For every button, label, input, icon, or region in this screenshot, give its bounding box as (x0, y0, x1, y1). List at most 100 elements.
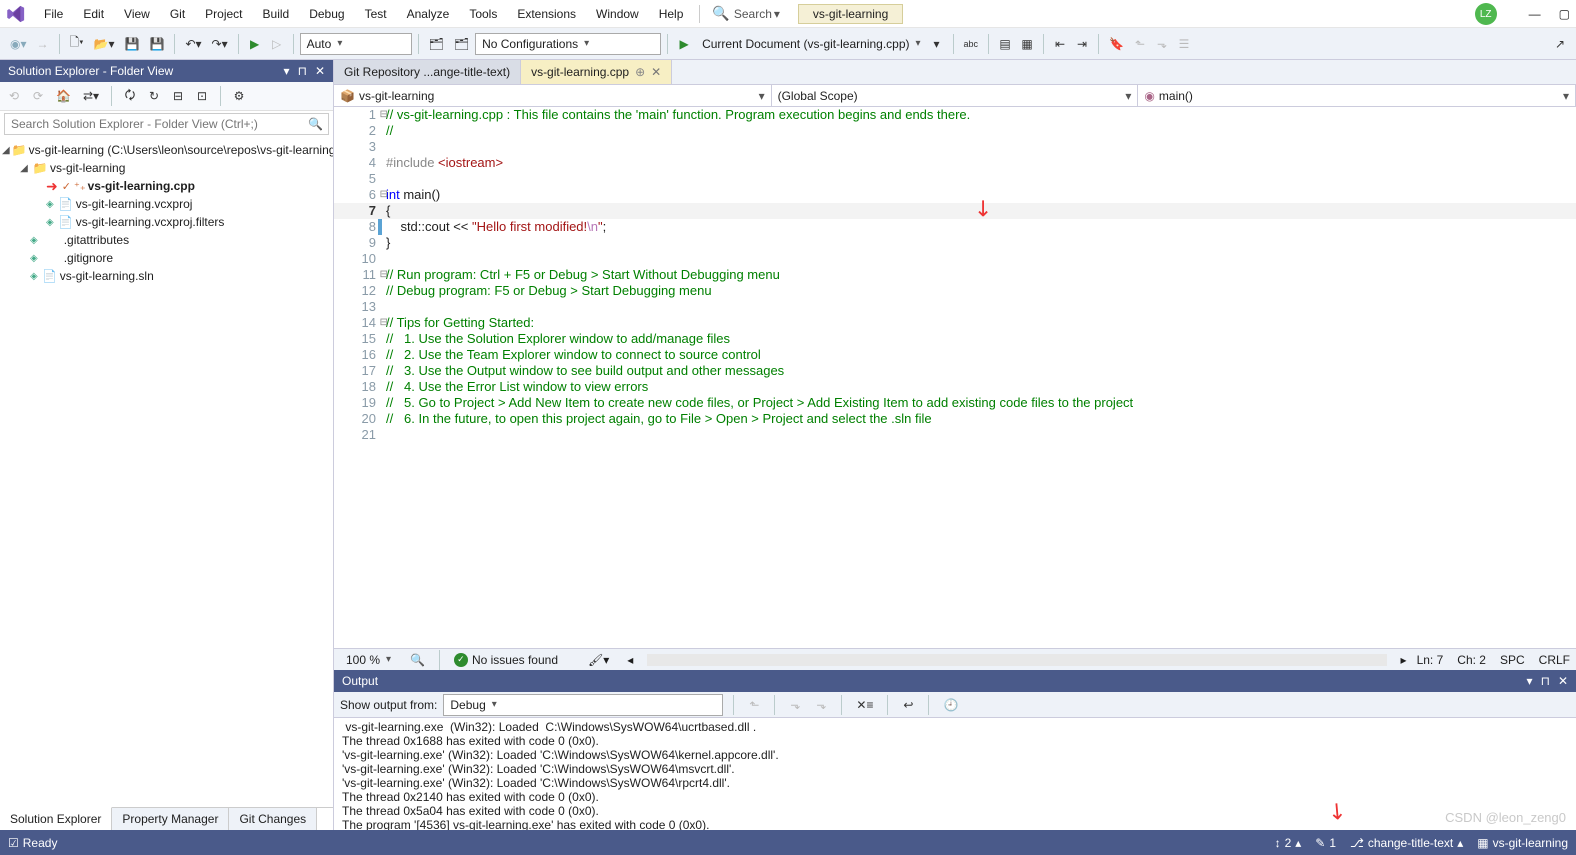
menu-test[interactable]: Test (355, 3, 397, 25)
solution-search[interactable]: 🔍 (4, 113, 329, 135)
tab-property-manager[interactable]: Property Manager (112, 808, 229, 830)
panel-dropdown-icon[interactable]: ▾ (284, 64, 290, 78)
user-avatar[interactable]: LZ (1475, 3, 1497, 25)
tree-folder[interactable]: ◢📁vs-git-learning (2, 159, 329, 177)
nav-scope[interactable]: (Global Scope) (772, 85, 1139, 106)
solution2-icon[interactable]: 🗂 (450, 33, 473, 55)
tree-file-filters[interactable]: ◈📄vs-git-learning.vcxproj.filters (2, 213, 329, 231)
bm-prev-icon[interactable]: ⬑ (1130, 33, 1150, 55)
menu-window[interactable]: Window (586, 3, 649, 25)
pin-tab-icon[interactable]: ⊕ (635, 65, 645, 79)
menu-tools[interactable]: Tools (459, 3, 507, 25)
bm-next-icon[interactable]: ⬎ (1152, 33, 1172, 55)
goto-next2-icon[interactable]: ⬎ (811, 694, 831, 716)
sb-sync[interactable]: ↕ 2 ▴ (1275, 836, 1302, 850)
output-from-dropdown[interactable]: Debug (443, 694, 723, 716)
tree-file-vcxproj[interactable]: ◈📄vs-git-learning.vcxproj (2, 195, 329, 213)
outdent-icon[interactable]: ⇥ (1072, 33, 1092, 55)
properties-icon[interactable]: ⚙ (229, 85, 249, 107)
wrap-icon[interactable]: ↩ (898, 694, 918, 716)
tree-root[interactable]: ◢📁vs-git-learning (C:\Users\leon\source\… (2, 141, 329, 159)
save-all-icon[interactable]: 💾 (146, 33, 169, 55)
clear-icon[interactable]: ✕≡ (852, 694, 877, 716)
solution-icon[interactable]: 🗂 (425, 33, 448, 55)
refresh-icon[interactable]: ↻ (144, 85, 164, 107)
config-dropdown[interactable]: No Configurations (475, 33, 661, 55)
search-box[interactable]: 🔍 Search ▾ (712, 5, 780, 22)
config-auto-dropdown[interactable]: Auto (300, 33, 412, 55)
bm-list-icon[interactable]: ☰ (1174, 33, 1194, 55)
start-nodbg-icon[interactable]: ▷ (267, 33, 287, 55)
redo-icon[interactable]: ↷▾ (208, 33, 232, 55)
panel-dropdown-icon[interactable]: ▾ (1527, 674, 1533, 688)
showall-icon[interactable]: ⊡ (192, 85, 212, 107)
menu-help[interactable]: Help (649, 3, 694, 25)
toggle-icon[interactable]: abc (960, 33, 983, 55)
issues-indicator[interactable]: ✓No issues found (454, 653, 558, 667)
menu-analyze[interactable]: Analyze (397, 3, 460, 25)
maximize-icon[interactable]: ▢ (1559, 7, 1570, 21)
tab-git-repository[interactable]: Git Repository ...ange-title-text) (334, 60, 521, 84)
switch-view-icon[interactable]: ⇄▾ (79, 85, 103, 107)
t2-icon[interactable]: ▦ (1017, 33, 1037, 55)
tree-file-gitignore[interactable]: ◈.gitignore (2, 249, 329, 267)
indent-icon[interactable]: ⇤ (1050, 33, 1070, 55)
collapse-icon[interactable]: ⊟ (168, 85, 188, 107)
tab-solution-explorer[interactable]: Solution Explorer (0, 807, 112, 830)
menu-git[interactable]: Git (160, 3, 195, 25)
sb-repo[interactable]: ▦ vs-git-learning (1477, 836, 1568, 850)
sb-branch[interactable]: ⎇ change-title-text ▴ (1350, 836, 1463, 850)
close-tab-icon[interactable]: ✕ (651, 65, 661, 79)
minimize-icon[interactable]: — (1529, 7, 1541, 21)
save-icon[interactable]: 💾 (121, 33, 144, 55)
close-icon[interactable]: ✕ (315, 64, 325, 78)
undo-icon[interactable]: ↶▾ (181, 33, 205, 55)
tree-file-sln[interactable]: ◈📄vs-git-learning.sln (2, 267, 329, 285)
run-target-dropdown[interactable]: Current Document (vs-git-learning.cpp) (696, 33, 924, 55)
code-editor[interactable]: 1⊟// vs-git-learning.cpp : This file con… (334, 107, 1576, 648)
timestamp-icon[interactable]: 🕘 (939, 694, 962, 716)
run-icon[interactable]: ▶ (674, 33, 694, 55)
goto-next-icon[interactable]: ⬎ (785, 694, 805, 716)
menu-extensions[interactable]: Extensions (507, 3, 586, 25)
close-icon[interactable]: ✕ (1558, 674, 1568, 688)
back2-icon[interactable]: ⟲ (4, 85, 24, 107)
nav-project[interactable]: 📦vs-git-learning (334, 85, 772, 106)
home-icon[interactable]: 🏠 (52, 85, 75, 107)
menu-view[interactable]: View (114, 3, 160, 25)
tree-file-gitattr[interactable]: ◈.gitattributes (2, 231, 329, 249)
menu-build[interactable]: Build (253, 3, 300, 25)
bookmark-icon[interactable]: 🔖 (1105, 33, 1128, 55)
tree-file-cpp[interactable]: ➜✓ ⁺₊vs-git-learning.cpp (2, 177, 329, 195)
open-icon[interactable]: 📂▾ (90, 33, 119, 55)
overflow-icon[interactable]: ▾ (927, 33, 947, 55)
goto-prev-icon[interactable]: ⬑ (744, 694, 764, 716)
project-context[interactable]: vs-git-learning (798, 4, 903, 24)
horizontal-scrollbar[interactable] (647, 654, 1386, 666)
menu-edit[interactable]: Edit (73, 3, 114, 25)
indent-mode[interactable]: SPC (1500, 653, 1525, 667)
tab-git-changes[interactable]: Git Changes (229, 808, 317, 830)
nav-function[interactable]: ◉main() (1138, 85, 1576, 106)
pin-icon[interactable]: ⊓ (298, 64, 307, 78)
eol-mode[interactable]: CRLF (1539, 653, 1570, 667)
back-icon[interactable]: ◉▾ (6, 33, 31, 55)
share-icon[interactable]: ↗ (1550, 33, 1570, 55)
start-debug-icon[interactable]: ▶ (245, 33, 265, 55)
menu-project[interactable]: Project (195, 3, 252, 25)
menu-file[interactable]: File (34, 3, 73, 25)
output-text[interactable]: vs-git-learning.exe (Win32): Loaded C:\W… (334, 718, 1576, 830)
new-item-icon[interactable]: 🗋▾ (66, 33, 88, 55)
forward-icon[interactable]: → (33, 33, 53, 55)
sync-icon[interactable]: 🗘 (120, 85, 140, 107)
solution-search-input[interactable] (4, 113, 329, 135)
health-icon[interactable]: 🔍 (410, 653, 425, 667)
pin-icon[interactable]: ⊓ (1541, 674, 1550, 688)
tab-cpp-file[interactable]: vs-git-learning.cpp ⊕ ✕ (521, 60, 672, 84)
sb-changes[interactable]: ✎ 1 (1315, 836, 1336, 850)
t1-icon[interactable]: ▤ (995, 33, 1015, 55)
cleanup-icon[interactable]: 🖌▾ (588, 653, 609, 667)
menu-debug[interactable]: Debug (299, 3, 354, 25)
zoom-dropdown[interactable]: 100 % (340, 649, 400, 671)
solution-tree[interactable]: ◢📁vs-git-learning (C:\Users\leon\source\… (0, 137, 333, 289)
